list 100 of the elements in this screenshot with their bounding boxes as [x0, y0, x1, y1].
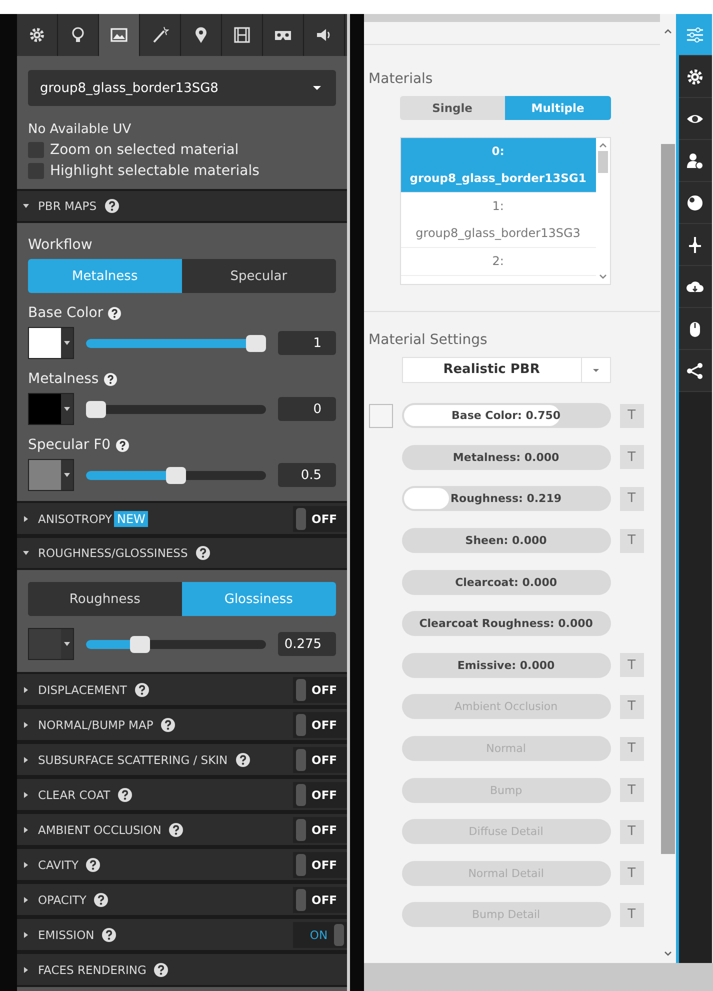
slider-thumb[interactable] — [130, 636, 150, 652]
section-title: DISPLACEMENT — [38, 682, 127, 696]
scroll-down-icon[interactable] — [664, 951, 672, 957]
property-slider[interactable]: Sheen: 0.000 — [402, 528, 611, 554]
section-header[interactable]: ANISOTROPY NEW OFF — [17, 501, 347, 536]
section-header[interactable]: FACES RENDERING — [17, 952, 347, 987]
section-title: SUBSURFACE SCATTERING / SKIN — [38, 752, 228, 766]
color-swatch[interactable] — [28, 628, 74, 660]
sidebar-button[interactable] — [678, 56, 712, 98]
channel-label: Base Color — [28, 305, 104, 321]
help-icon[interactable] — [118, 788, 132, 802]
checkbox[interactable] — [28, 163, 44, 179]
help-icon[interactable] — [86, 858, 100, 872]
share-icon — [686, 362, 704, 380]
caret-icon — [592, 368, 600, 372]
wand-icon — [151, 26, 169, 44]
sidebar-button[interactable] — [678, 182, 712, 224]
color-swatch[interactable] — [28, 327, 74, 359]
sidebar-button[interactable] — [678, 266, 712, 308]
help-icon[interactable] — [94, 892, 108, 906]
section-header[interactable]: EMISSION ON — [17, 917, 347, 952]
section-title: AMBIENT OCCLUSION — [38, 822, 162, 836]
sidebar-button[interactable] — [678, 308, 712, 350]
section-title: FACES RENDERING — [38, 962, 146, 976]
section-header[interactable]: AMBIENT OCCLUSION OFF — [17, 812, 347, 847]
help-icon[interactable] — [102, 928, 116, 942]
sidebar-button[interactable] — [678, 140, 712, 182]
color-swatch[interactable] — [28, 459, 74, 491]
help-icon[interactable] — [169, 822, 184, 836]
uv-note: No Available UV — [28, 122, 132, 137]
scrollbar-thumb[interactable] — [660, 144, 675, 854]
section-title: CAVITY — [38, 858, 78, 872]
toggle-switch[interactable]: OFF — [292, 886, 347, 912]
sidebar-button[interactable] — [678, 350, 712, 392]
color-swatch[interactable] — [368, 404, 393, 428]
sidebar-button[interactable] — [678, 224, 712, 266]
section-title: EMISSION — [38, 928, 94, 942]
toggle-switch[interactable]: OFF — [292, 816, 347, 842]
property-slider[interactable]: Base Color: 0.750 — [402, 403, 611, 428]
help-icon[interactable] — [104, 199, 118, 213]
material-dropdown[interactable]: group8_glass_border13SG8 — [28, 70, 336, 106]
value-field[interactable]: 1 — [278, 331, 336, 355]
section-header[interactable]: SUBSURFACE SCATTERING / SKIN OFF — [17, 742, 347, 777]
section-header[interactable]: NORMAL/BUMP MAP OFF — [17, 707, 347, 742]
slider-thumb[interactable] — [166, 466, 186, 484]
property-slider[interactable]: Clearcoat Roughness: 0.000 — [402, 611, 611, 636]
scrollbar-thumb[interactable] — [598, 151, 608, 173]
materials-title: Materials — [368, 71, 434, 87]
shader-dropdown[interactable]: Realistic PBR — [402, 357, 611, 383]
sidebar-button[interactable] — [678, 98, 712, 140]
property-slider[interactable]: Roughness: 0.219 — [402, 486, 611, 512]
tab[interactable] — [99, 14, 140, 56]
caret-icon — [312, 85, 322, 91]
slider-fill — [86, 640, 130, 648]
help-icon[interactable] — [236, 752, 250, 766]
mode-option[interactable]: Single — [400, 96, 506, 120]
section-header[interactable]: ROUGHNESS/GLOSSINESS — [17, 536, 347, 570]
sliders-icon — [686, 26, 704, 44]
property-slider[interactable]: Metalness: 0.000 — [402, 444, 611, 470]
help-icon[interactable] — [104, 372, 117, 386]
property-slider[interactable]: Clearcoat: 0.000 — [402, 570, 611, 595]
section-header[interactable]: CAVITY OFF — [17, 847, 347, 882]
scroll-up-icon[interactable] — [598, 142, 607, 148]
channel-label: Metalness — [28, 371, 99, 387]
slider-thumb[interactable] — [246, 334, 266, 352]
channel-label: Specular F0 — [28, 437, 111, 453]
gear-icon — [28, 26, 46, 44]
toggle-switch[interactable]: OFF — [292, 852, 347, 878]
section-title: ANISOTROPY — [38, 512, 112, 526]
section-title: ROUGHNESS/GLOSSINESS — [38, 546, 188, 560]
ball-icon — [686, 194, 704, 212]
section-header[interactable]: CLEAR COAT OFF — [17, 777, 347, 812]
toggle-switch[interactable]: OFF — [292, 676, 347, 702]
image-icon — [110, 26, 128, 44]
help-icon[interactable] — [108, 306, 122, 320]
toggle-switch[interactable]: OFF — [292, 506, 347, 532]
section-header[interactable]: DISPLACEMENT OFF — [17, 672, 347, 707]
slider-thumb[interactable] — [86, 400, 106, 418]
material-item[interactable]: 1: group8_glass_border13SG3 — [400, 193, 596, 248]
value-field[interactable]: 0.275 — [278, 632, 336, 656]
help-icon[interactable] — [116, 438, 129, 452]
section-header[interactable]: OPACITY OFF — [17, 882, 347, 917]
help-icon[interactable] — [196, 546, 210, 560]
scroll-up-icon[interactable] — [664, 28, 672, 34]
help-icon[interactable] — [161, 718, 176, 732]
help-icon[interactable] — [154, 962, 168, 976]
color-swatch[interactable] — [28, 393, 74, 425]
toggle-switch[interactable]: OFF — [292, 746, 347, 772]
help-icon[interactable] — [134, 682, 149, 696]
toggle-switch[interactable]: OFF — [292, 712, 347, 738]
property-slider[interactable]: Emissive: 0.000 — [402, 652, 611, 678]
value-field[interactable]: 0.5 — [278, 463, 336, 487]
toggle-switch[interactable]: ON — [292, 922, 347, 948]
scroll-down-icon[interactable] — [598, 274, 607, 280]
value-field[interactable]: 0 — [278, 397, 336, 421]
checkbox[interactable] — [28, 142, 44, 158]
material-item[interactable]: 2: — [400, 248, 596, 276]
toggle-switch[interactable]: OFF — [292, 782, 347, 808]
section-header[interactable]: PBR MAPS — [17, 189, 347, 223]
sidebar-button[interactable] — [678, 14, 712, 56]
